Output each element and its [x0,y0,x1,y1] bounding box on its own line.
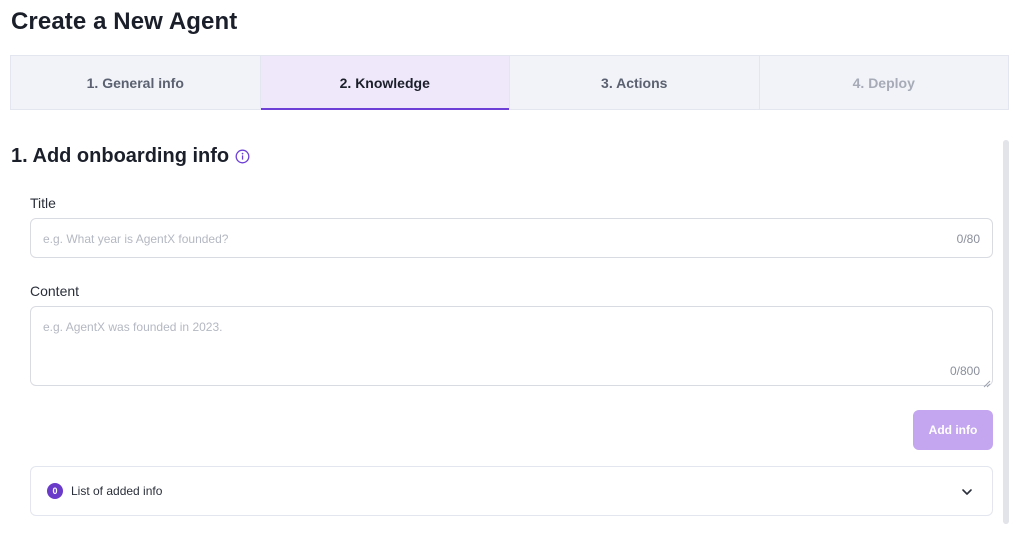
tab-actions[interactable]: 3. Actions [510,56,760,109]
section-heading: 1. Add onboarding info [11,145,250,168]
title-input[interactable]: e.g. What year is AgentX founded? 0/80 [30,218,993,258]
section-title: 1. Add onboarding info [11,145,230,167]
title-label: Title [30,195,56,211]
page-title: Create a New Agent [11,8,238,35]
vertical-scrollbar[interactable] [1003,140,1009,524]
tab-knowledge[interactable]: 2. Knowledge [260,56,510,110]
added-info-label: List of added info [71,484,163,498]
info-circle-icon[interactable] [235,149,250,164]
chevron-down-icon[interactable] [960,485,974,499]
scrollbar-thumb[interactable] [1003,140,1009,524]
added-info-accordion[interactable]: 0 List of added info [30,466,993,516]
content-textarea[interactable]: e.g. AgentX was founded in 2023. 0/800 [30,306,993,388]
content-char-counter: 0/800 [949,364,980,378]
title-placeholder: e.g. What year is AgentX founded? [43,232,229,246]
content-placeholder: e.g. AgentX was founded in 2023. [43,320,223,334]
title-char-counter: 0/80 [956,232,980,246]
stepper-tabs: 1. General info 2. Knowledge 3. Actions … [10,55,1009,110]
resize-handle-icon[interactable] [982,375,991,388]
added-count-badge: 0 [47,483,63,499]
add-info-button[interactable]: Add info [913,410,993,450]
tab-general-info[interactable]: 1. General info [11,56,261,109]
content-label: Content [30,283,80,299]
tab-deploy[interactable]: 4. Deploy [760,56,1009,109]
knowledge-form: 1. Add onboarding info Title e.g. What y… [0,110,1023,538]
